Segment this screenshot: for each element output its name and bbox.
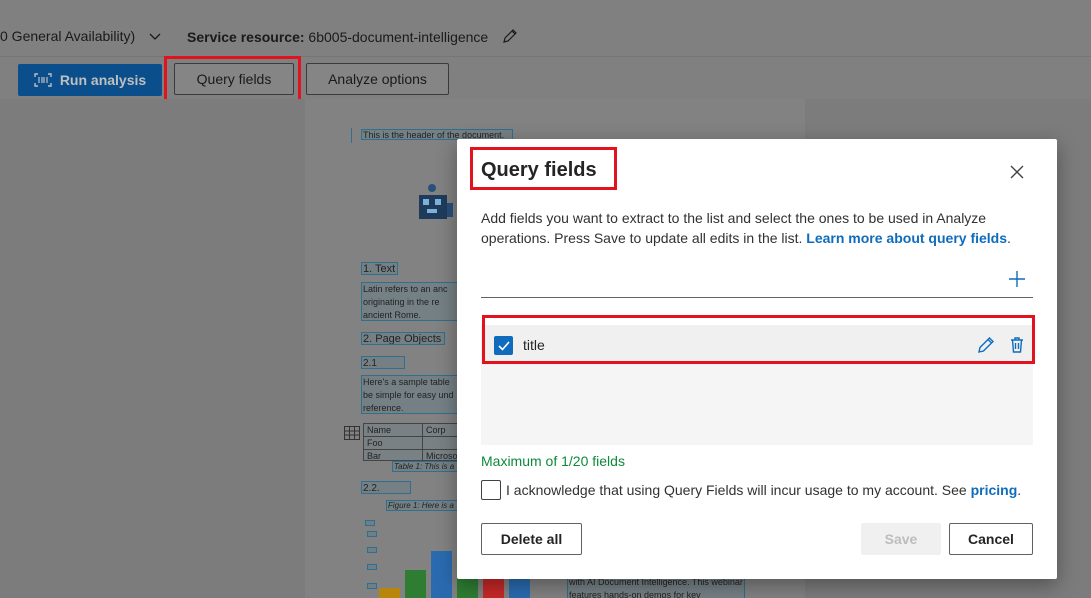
chevron-down-icon: [149, 30, 161, 44]
model-label: 0 General Availability): [0, 28, 136, 44]
left-pane: [0, 99, 305, 598]
doc-section-objects: 2. Page Objects: [361, 332, 445, 345]
acknowledge-text: I acknowledge that using Query Fields wi…: [506, 482, 967, 498]
acknowledge-row: I acknowledge that using Query Fields wi…: [481, 480, 1041, 500]
table-icon: [344, 426, 360, 440]
ack-period: .: [1017, 482, 1022, 498]
table-cell-foo: Foo: [367, 438, 383, 448]
figure-bar: [405, 570, 426, 598]
doc-paragraph-2: Here's a sample table be simple for easy…: [361, 375, 459, 414]
figure-bar: [379, 588, 400, 598]
scan-icon: [34, 73, 52, 87]
run-analysis-label: Run analysis: [59, 72, 147, 88]
table-cell-microso: Microso: [426, 451, 458, 461]
run-analysis-button[interactable]: Run analysis: [18, 64, 162, 96]
pricing-link[interactable]: pricing: [971, 482, 1018, 498]
doc-section-figure: 2.2. Figure: [361, 481, 411, 494]
query-fields-dialog: Query fields Add fields you want to extr…: [457, 139, 1057, 579]
service-resource: Service resource: 6b005-document-intelli…: [187, 28, 518, 47]
figure-tick: [367, 583, 377, 589]
close-icon: [1010, 165, 1024, 179]
doc-table: Name Corp Foo Bar Microso: [363, 423, 460, 462]
add-field-button[interactable]: [1007, 269, 1027, 289]
doc-section-table: 2.1 Table: [361, 356, 405, 369]
highlight-query-fields-button: [164, 56, 301, 102]
mascot-logo: [415, 183, 455, 223]
analyze-options-button[interactable]: Analyze options: [306, 63, 449, 95]
close-button[interactable]: [1006, 161, 1028, 183]
doc-section-text: 1. Text: [361, 262, 398, 275]
table-header-name: Name: [367, 425, 392, 435]
figure-tick: [367, 564, 377, 570]
plus-icon: [1009, 271, 1025, 287]
figure-tick: [365, 520, 375, 526]
top-header: 0 General Availability) Service resource…: [0, 0, 1091, 57]
dialog-description: Add fields you want to extract to the li…: [481, 208, 1011, 248]
model-selector[interactable]: 0 General Availability): [0, 28, 161, 44]
save-button[interactable]: Save: [861, 523, 941, 555]
highlight-dialog-title: [470, 147, 617, 190]
edit-icon[interactable]: [502, 28, 518, 47]
learn-more-link[interactable]: Learn more about query fields: [806, 230, 1007, 246]
service-resource-label: Service resource:: [187, 29, 305, 45]
table-header-corp: Corp: [426, 425, 446, 435]
max-fields-text: Maximum of 1/20 fields: [481, 453, 625, 469]
highlight-field-row: [482, 315, 1035, 364]
doc-figure-caption: Figure 1: Here is a: [386, 500, 459, 511]
acknowledge-checkbox[interactable]: [481, 480, 501, 500]
doc-table-caption: Table 1: This is a: [392, 461, 459, 472]
figure-tick: [367, 531, 377, 537]
table-cell-bar: Bar: [367, 451, 382, 461]
cursor-mark: [351, 128, 352, 143]
figure-bar: [509, 579, 530, 598]
figure-bar: [431, 551, 452, 598]
cancel-button[interactable]: Cancel: [949, 523, 1033, 555]
service-resource-value: 6b005-document-intelligence: [308, 29, 489, 45]
figure-tick: [367, 547, 377, 553]
new-field-input[interactable]: [481, 266, 1033, 298]
delete-all-button[interactable]: Delete all: [481, 523, 582, 555]
description-period: .: [1007, 230, 1011, 246]
doc-paragraph-1: Latin refers to an anc originating in th…: [361, 282, 459, 321]
